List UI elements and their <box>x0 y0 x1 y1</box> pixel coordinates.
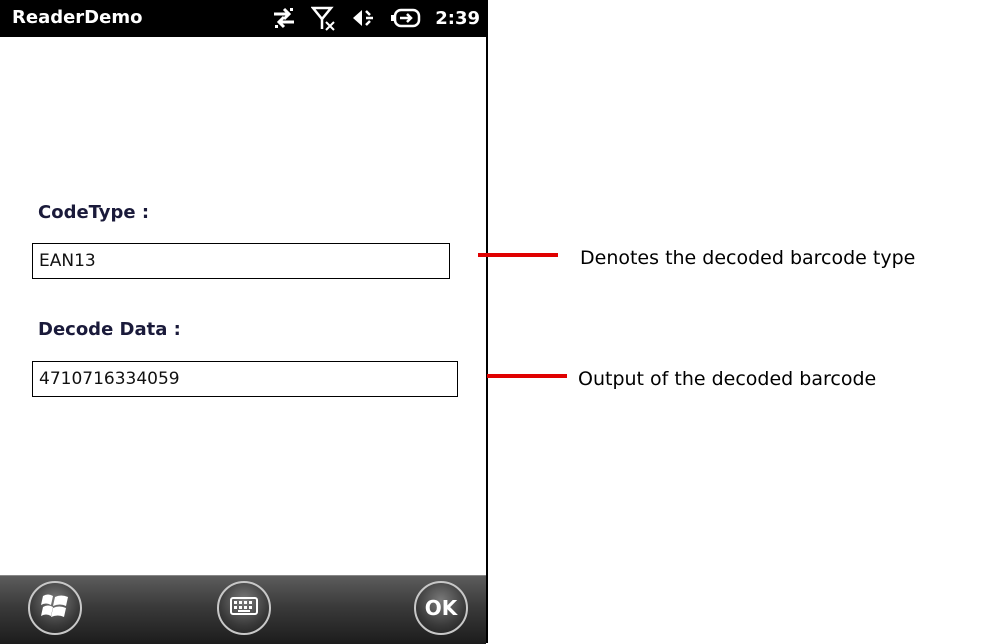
device-screen: ReaderDemo 2:39 CodeType: EAN13 Decode … <box>0 0 488 644</box>
keyboard-icon <box>230 596 258 620</box>
code-type-pointer-line <box>478 253 558 257</box>
keyboard-button[interactable] <box>217 581 271 635</box>
data-sync-icon[interactable] <box>271 6 297 30</box>
clock: 2:39 <box>435 7 480 29</box>
signal-off-icon[interactable] <box>311 5 337 31</box>
decode-data-annotation: Output of the decoded barcode <box>578 368 877 390</box>
decode-data-label: Decode Data : <box>38 319 181 340</box>
status-bar: ReaderDemo 2:39 <box>0 0 486 37</box>
form-area: CodeType : EAN13 Decode Data : 471071633… <box>0 37 486 575</box>
taskbar: OK <box>0 575 486 644</box>
code-type-label: CodeType : <box>38 202 150 223</box>
ok-button[interactable]: OK <box>414 581 468 635</box>
code-type-annotation: Denotes the decoded barcode type <box>580 247 916 269</box>
decode-data-field[interactable]: 4710716334059 <box>32 361 458 397</box>
app-title: ReaderDemo <box>12 7 143 28</box>
status-icons: 2:39 <box>271 4 480 32</box>
decode-data-pointer-line <box>487 374 567 378</box>
ok-button-label: OK <box>424 596 458 620</box>
battery-charging-icon[interactable] <box>391 7 421 29</box>
speaker-icon[interactable] <box>351 6 377 30</box>
windows-start-button[interactable] <box>28 581 82 635</box>
windows-start-icon <box>40 592 70 624</box>
code-type-field[interactable]: EAN13 <box>32 243 450 279</box>
